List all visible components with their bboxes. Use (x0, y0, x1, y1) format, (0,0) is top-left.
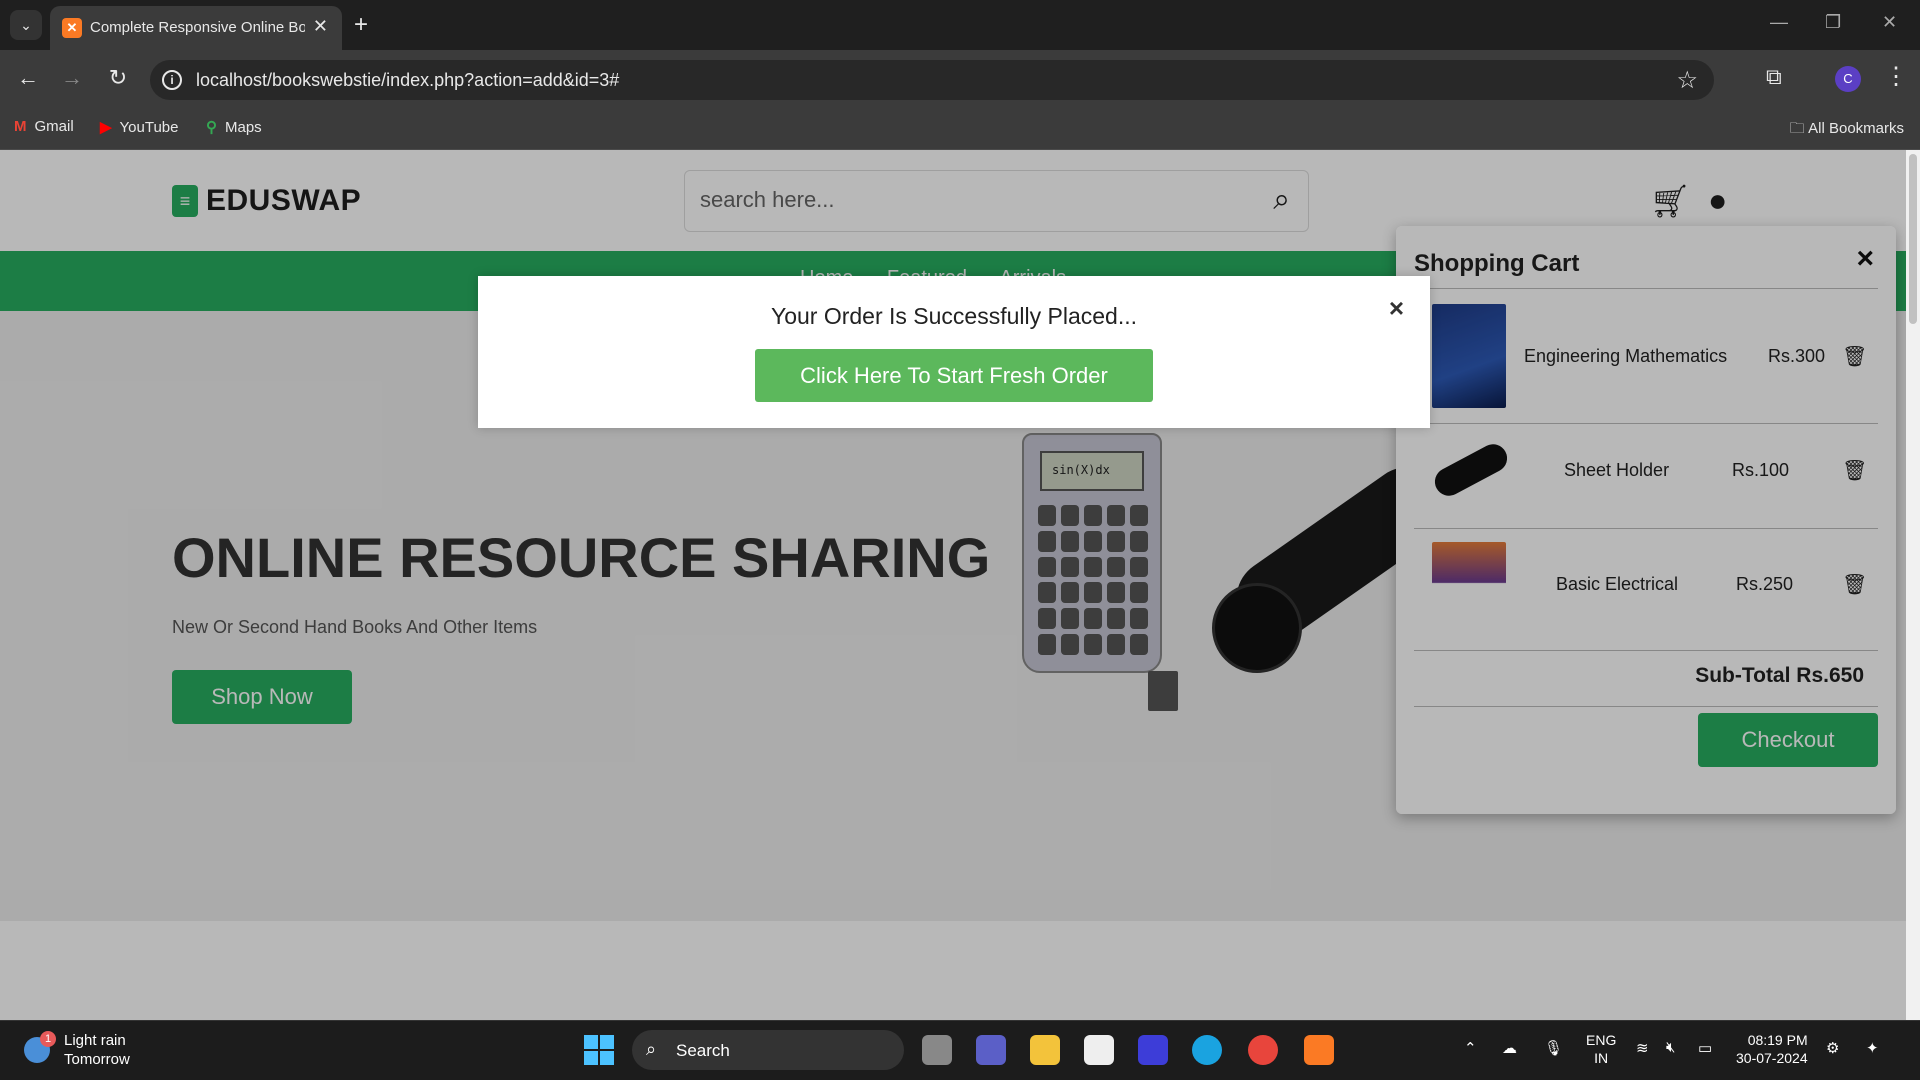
item-name: Engineering Mathematics (1524, 346, 1728, 366)
language-indicator[interactable]: ENG IN (1586, 1031, 1616, 1067)
taskbar-search[interactable]: ⌕ Search (632, 1030, 904, 1070)
region-code: IN (1594, 1050, 1609, 1066)
bookmark-label: Gmail (34, 118, 74, 135)
cart-close-icon[interactable]: × (1856, 242, 1874, 276)
trash-icon[interactable]: 🗑︎ (1842, 572, 1867, 597)
item-name: Sheet Holder (1564, 460, 1670, 480)
wifi-icon[interactable]: ≋ (1636, 1039, 1649, 1057)
divider (1414, 706, 1878, 707)
cart-subtotal: Sub-Total Rs.650 (1695, 664, 1864, 687)
back-icon[interactable]: ← (13, 64, 43, 92)
page-scrollbar[interactable] (1906, 150, 1920, 1020)
system-clock[interactable]: 08:19 PM 30-07-2024 (1736, 1031, 1808, 1067)
vscode-like-app-icon[interactable] (1138, 1035, 1168, 1065)
order-success-message: Your Order Is Successfully Placed... (770, 303, 1138, 329)
tab-close-icon[interactable]: ✕ (313, 16, 328, 37)
menu-kebab-icon[interactable]: ⋮ (1884, 62, 1908, 91)
notifications-icon[interactable]: ⚙ (1826, 1039, 1839, 1057)
folder-icon: 🗀 (1789, 120, 1805, 137)
new-tab-icon[interactable]: + (354, 10, 368, 40)
language-code: ENG (1586, 1032, 1617, 1048)
start-button[interactable] (584, 1035, 614, 1065)
item-name: Basic Electrical (1556, 574, 1679, 594)
windows-taskbar: 1 Light rain Tomorrow ⌕ Search ⌃ ☁ 🎙︎ EN… (0, 1020, 1920, 1080)
item-price: Rs.100 (1732, 460, 1790, 480)
mute-icon[interactable]: 🔇︎ (1666, 1039, 1675, 1056)
copilot-icon[interactable]: ✦ (1866, 1039, 1879, 1057)
onedrive-icon[interactable]: ☁ (1502, 1039, 1517, 1057)
close-window-icon[interactable]: ✕ (1882, 12, 1897, 33)
order-success-modal: Your Order Is Successfully Placed... × C… (478, 276, 1430, 428)
trash-icon[interactable]: 🗑︎ (1842, 458, 1867, 483)
taskbar-search-label: Search (676, 1041, 730, 1060)
scrollbar-thumb[interactable] (1909, 154, 1917, 324)
bookmark-star-icon[interactable]: ☆ (1676, 66, 1698, 95)
fresh-order-button[interactable]: Click Here To Start Fresh Order (755, 349, 1153, 402)
forward-icon[interactable]: → (57, 64, 87, 92)
cart-item: Engineering Mathematics Rs.300 🗑︎ (1432, 304, 1878, 408)
cart-item: Sheet Holder Rs.100 🗑︎ (1429, 430, 1878, 526)
xampp-icon[interactable] (1304, 1035, 1334, 1065)
youtube-icon: ▶ (100, 119, 112, 136)
bookmark-maps[interactable]: ⚲ Maps (206, 118, 262, 137)
all-bookmarks-label: All Bookmarks (1808, 120, 1904, 137)
cart-title: Shopping Cart (1414, 250, 1580, 277)
battery-icon[interactable]: ▭ (1698, 1039, 1712, 1057)
clock-time: 08:19 PM (1747, 1032, 1808, 1048)
clock-date: 30-07-2024 (1736, 1050, 1808, 1066)
browser-tabbar: ⌄ ✕ Complete Responsive Online Bo ✕ + — … (0, 0, 1920, 50)
maps-icon: ⚲ (206, 119, 217, 136)
xampp-favicon-icon: ✕ (62, 18, 82, 38)
divider (1414, 423, 1878, 424)
modal-close-icon[interactable]: × (1389, 293, 1404, 324)
tray-expand-icon[interactable]: ⌃ (1464, 1039, 1477, 1057)
browser-toolbar: ← → ↻ i localhost/bookswebstie/index.php… (0, 50, 1920, 108)
notification-badge: 1 (40, 1031, 56, 1047)
divider (1414, 288, 1878, 289)
trash-icon[interactable]: 🗑︎ (1842, 344, 1867, 369)
microphone-icon[interactable]: 🎙︎ (1544, 1039, 1563, 1057)
profile-avatar[interactable]: C (1835, 66, 1861, 92)
web-page: ≡ EDUSWAP ⌕ 🛒︎ ● Home Featured Arrivals … (0, 150, 1920, 1020)
basic-electrical-cover (1432, 542, 1506, 632)
weather-condition: Light rain (64, 1032, 126, 1049)
reload-icon[interactable]: ↻ (103, 64, 133, 92)
all-bookmarks[interactable]: 🗀 All Bookmarks (1790, 118, 1904, 143)
minimize-icon[interactable]: — (1770, 12, 1788, 33)
tab-search-button[interactable]: ⌄ (10, 10, 42, 40)
task-view-icon[interactable] (922, 1035, 952, 1065)
url-text[interactable]: localhost/bookswebstie/index.php?action=… (196, 70, 619, 91)
weather-time: Tomorrow (64, 1051, 130, 1068)
engineering-mathematics-cover (1432, 304, 1506, 408)
divider (1414, 650, 1878, 651)
search-icon: ⌕ (646, 1039, 657, 1059)
divider (1414, 528, 1878, 529)
microsoft-store-icon[interactable] (1084, 1035, 1114, 1065)
bookmark-youtube[interactable]: ▶ YouTube (100, 118, 179, 137)
address-bar[interactable]: i localhost/bookswebstie/index.php?actio… (150, 60, 1714, 100)
restore-icon[interactable]: ❐ (1825, 12, 1841, 33)
gmail-icon: M (14, 118, 27, 135)
weather-text: Light rain Tomorrow (64, 1031, 130, 1069)
chrome-icon[interactable] (1248, 1035, 1278, 1065)
checkout-button[interactable]: Checkout (1698, 713, 1878, 767)
bookmark-label: Maps (225, 118, 262, 136)
item-price: Rs.250 (1736, 574, 1794, 594)
edge-icon[interactable] (1192, 1035, 1222, 1065)
extensions-icon[interactable]: ⧉ (1766, 64, 1782, 90)
bookmark-label: YouTube (119, 118, 179, 136)
bookmark-gmail[interactable]: M Gmail (14, 118, 74, 135)
item-price: Rs.300 (1768, 346, 1826, 366)
sheet-holder-thumbnail (1429, 439, 1513, 501)
shopping-cart-panel: Shopping Cart × Engineering Mathematics … (1396, 226, 1896, 814)
file-explorer-icon[interactable] (1030, 1035, 1060, 1065)
site-info-icon[interactable]: i (162, 70, 182, 90)
bookmarks-bar: M Gmail ▶ YouTube ⚲ Maps 🗀 All Bookmarks (0, 108, 1920, 150)
browser-tab[interactable]: ✕ Complete Responsive Online Bo ✕ (50, 6, 342, 50)
tab-title: Complete Responsive Online Bo (90, 19, 305, 36)
cart-item: Basic Electrical Rs.250 🗑︎ (1432, 542, 1878, 638)
teams-icon[interactable] (976, 1035, 1006, 1065)
